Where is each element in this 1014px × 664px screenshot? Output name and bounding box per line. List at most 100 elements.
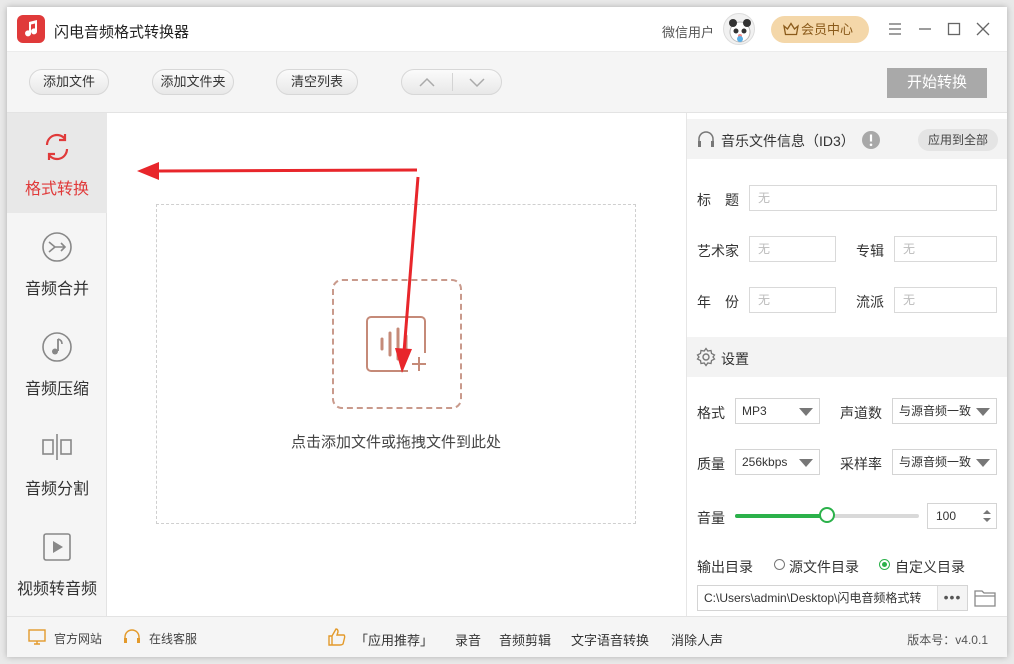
nav-audio-compress[interactable]: 音频压缩 [7, 313, 107, 413]
channels-select[interactable]: 与源音频一致 [892, 398, 997, 424]
minimize-icon[interactable] [915, 19, 935, 39]
chevron-down-icon [976, 408, 990, 416]
format-label: 格式 [697, 405, 725, 421]
toolbar: 添加文件 添加文件夹 清空列表 开始转换 [7, 51, 1007, 113]
browse-dots-button[interactable]: ••• [937, 586, 967, 610]
genre-input[interactable]: 无 [894, 287, 997, 313]
start-convert-button[interactable]: 开始转换 [887, 68, 987, 98]
nav-label: 音频合并 [24, 281, 89, 298]
clear-list-button[interactable]: 清空列表 [276, 69, 358, 95]
volume-stepper[interactable]: 100 [927, 503, 997, 529]
quality-select[interactable]: 256kbps [735, 449, 820, 475]
add-audio-icon[interactable] [332, 279, 462, 409]
samplerate-value: 与源音频一致 [899, 455, 972, 469]
add-folder-button[interactable]: 添加文件夹 [152, 69, 234, 95]
nav-label: 视频转音频 [16, 581, 97, 598]
nav-audio-merge[interactable]: 音频合并 [7, 213, 107, 313]
artist-input[interactable]: 无 [749, 236, 836, 262]
artist-label: 艺术家 [697, 243, 739, 259]
apply-all-button[interactable]: 应用到全部 [918, 129, 998, 151]
move-down-icon[interactable] [468, 76, 486, 90]
gear-icon [696, 347, 716, 367]
merge-icon [42, 232, 72, 262]
move-up-icon[interactable] [418, 75, 436, 89]
volume-label: 音量 [697, 510, 725, 526]
stepper-arrows-icon[interactable] [982, 508, 992, 524]
tts-link[interactable]: 文字语音转换 [571, 630, 649, 649]
custom-dir-radio[interactable] [879, 559, 890, 570]
nav-audio-split[interactable]: 音频分割 [7, 413, 107, 513]
volume-value: 100 [936, 509, 957, 523]
album-input[interactable]: 无 [894, 236, 997, 262]
crown-icon [783, 22, 799, 36]
app-title: 闪电音频格式转换器 [54, 24, 190, 41]
output-path-value: C:\Users\admin\Desktop\闪电音频格式转 [704, 591, 922, 605]
music-note-icon [42, 332, 72, 362]
channels-value: 与源音频一致 [899, 404, 972, 418]
folder-icon[interactable] [974, 588, 996, 608]
id3-header: 音乐文件信息（ID3） 应用到全部 [687, 119, 1007, 159]
format-select[interactable]: MP3 [735, 398, 820, 424]
source-dir-radio[interactable] [774, 559, 785, 570]
title-bar: 闪电音频格式转换器 微信用户 会员中心 [7, 7, 1007, 51]
maximize-icon[interactable] [944, 19, 964, 39]
format-value: MP3 [742, 404, 767, 418]
video-play-icon [43, 533, 71, 561]
drop-zone[interactable]: 点击添加文件或拖拽文件到此处 [156, 204, 636, 524]
vocal-remove-link[interactable]: 消除人声 [671, 630, 723, 649]
album-label: 专辑 [856, 243, 884, 259]
drop-hint-text: 点击添加文件或拖拽文件到此处 [290, 434, 501, 451]
chevron-down-icon [799, 408, 813, 416]
channels-label: 声道数 [840, 405, 882, 421]
user-name[interactable]: 微信用户 [662, 22, 714, 41]
record-link[interactable]: 录音 [455, 630, 481, 649]
info-icon[interactable] [861, 130, 881, 150]
output-dir-label: 输出目录 [697, 559, 753, 575]
headphones-icon [698, 131, 714, 147]
app-recommend-label: 「应用推荐」 [355, 633, 434, 648]
support-link[interactable]: 在线客服 [149, 630, 197, 647]
add-file-button[interactable]: 添加文件 [29, 69, 109, 95]
website-link[interactable]: 官方网站 [54, 630, 102, 647]
audio-edit-link[interactable]: 音频剪辑 [499, 630, 551, 649]
nav-format-convert[interactable]: 格式转换 [7, 113, 107, 213]
close-icon[interactable] [973, 19, 993, 39]
refresh-icon [45, 133, 69, 161]
source-dir-label[interactable]: 源文件目录 [789, 557, 859, 577]
year-label: 年 份 [697, 294, 739, 310]
chevron-down-icon [976, 459, 990, 467]
footer: 官方网站 在线客服 「应用推荐」 录音 音频剪辑 文字语音转换 消除人声 版本号… [7, 616, 1007, 657]
monitor-icon [28, 629, 46, 645]
thumbs-up-icon [328, 628, 346, 646]
custom-dir-label[interactable]: 自定义目录 [895, 557, 965, 577]
move-buttons [401, 69, 502, 95]
settings-header-title: 设置 [721, 351, 749, 367]
title-input[interactable]: 无 [749, 185, 997, 211]
year-input[interactable]: 无 [749, 287, 836, 313]
app-logo-icon [17, 15, 45, 43]
nav-video-to-audio[interactable]: 视频转音频 [7, 513, 107, 613]
nav-label: 音频压缩 [24, 381, 89, 398]
volume-slider-fill [735, 514, 827, 518]
menu-icon[interactable] [885, 19, 905, 39]
quality-value: 256kbps [742, 455, 788, 469]
app-window: 闪电音频格式转换器 微信用户 会员中心 添加文件 添加文件夹 清空列表 开始转换… [7, 7, 1007, 657]
nav-label: 格式转换 [24, 181, 89, 198]
nav-label: 音频分割 [24, 481, 89, 498]
volume-slider[interactable] [735, 507, 919, 523]
output-path-input[interactable]: C:\Users\admin\Desktop\闪电音频格式转 ••• [697, 585, 968, 611]
left-nav: 格式转换 音频合并 音频压缩 音频分割 视频转音频 [7, 113, 107, 616]
samplerate-select[interactable]: 与源音频一致 [892, 449, 997, 475]
settings-header: 设置 [687, 337, 1007, 377]
right-panel: 音乐文件信息（ID3） 应用到全部 标 题 无 艺术家 无 专辑 无 年 份 无… [686, 113, 1007, 616]
genre-label: 流派 [856, 294, 884, 310]
split-icon [42, 434, 72, 460]
vip-center-label: 会员中心 [800, 22, 853, 37]
id3-header-title: 音乐文件信息（ID3） [721, 133, 855, 149]
samplerate-label: 采样率 [840, 456, 882, 472]
headset-icon [124, 629, 140, 643]
vip-center-button[interactable]: 会员中心 [771, 16, 869, 43]
version-label: 版本号：v4.0.1 [907, 633, 988, 647]
avatar[interactable] [723, 13, 755, 45]
volume-slider-handle[interactable] [819, 507, 835, 523]
